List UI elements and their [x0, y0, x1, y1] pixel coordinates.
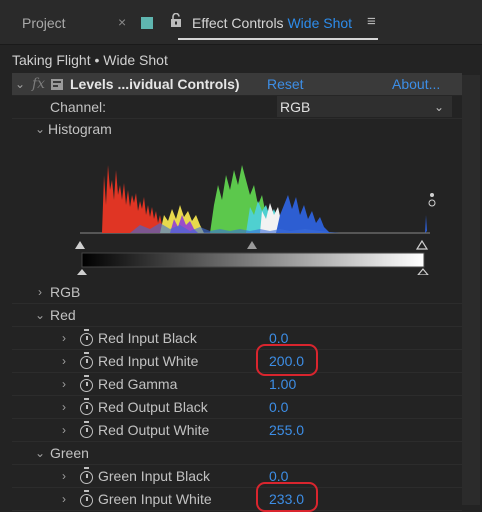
group-rgb-row[interactable]: › RGB — [12, 281, 462, 304]
property-value[interactable]: 255.0 — [269, 419, 304, 441]
tab-effect-controls-clip: Wide Shot — [287, 15, 353, 31]
group-green-label: Green — [50, 445, 89, 461]
stopwatch-icon[interactable] — [80, 352, 93, 369]
chevron-right-icon[interactable]: › — [58, 350, 70, 372]
histogram-graph[interactable] — [70, 145, 445, 275]
chevron-down-icon: ⌄ — [433, 100, 444, 114]
about-button[interactable]: About... — [392, 73, 440, 95]
lock-icon[interactable] — [170, 13, 182, 27]
histogram-label: Histogram — [48, 121, 112, 137]
stopwatch-icon[interactable] — [80, 398, 93, 415]
output-white-slider — [417, 268, 429, 275]
panel-tab-bar: Project × Effect Controls Wide Shot ≡ — [0, 0, 482, 45]
group-rgb-label: RGB — [50, 284, 81, 300]
chevron-down-icon[interactable]: ⌄ — [34, 442, 46, 464]
input-white-slider — [415, 239, 429, 250]
chevron-down-icon[interactable]: ⌄ — [34, 118, 46, 140]
close-icon[interactable]: × — [118, 14, 126, 30]
fx-toggle-icon[interactable]: fx — [32, 73, 45, 95]
effect-controls-panel: Taking Flight • Wide Shot ⌄ fx Levels ..… — [0, 45, 482, 512]
chevron-down-icon[interactable]: ⌄ — [34, 304, 46, 326]
chevron-right-icon[interactable]: › — [58, 396, 70, 418]
effect-preset-icon — [51, 79, 63, 90]
property-value[interactable]: 1.00 — [269, 373, 296, 395]
channel-dropdown-value: RGB — [280, 99, 311, 115]
stopwatch-icon[interactable] — [80, 467, 93, 484]
effect-name[interactable]: Levels ...ividual Controls) — [70, 73, 240, 95]
property-label: Green Input White — [98, 491, 212, 507]
property-row-green-input-white: › Green Input White 233.0 — [12, 482, 462, 512]
property-row-green-input-black: › Green Input Black 0.0 — [12, 465, 462, 488]
property-row-red-input-white: › Red Input White 200.0 — [12, 344, 462, 376]
group-green-row[interactable]: ⌄ Green — [12, 442, 462, 465]
chevron-right-icon[interactable]: › — [58, 327, 70, 349]
chevron-down-icon[interactable]: ⌄ — [14, 73, 26, 95]
tab-effect-controls-prefix: Effect Controls — [192, 15, 284, 31]
annotation-highlight-ring — [256, 482, 318, 512]
reset-button[interactable]: Reset — [267, 73, 304, 95]
chevron-right-icon[interactable]: › — [58, 465, 70, 487]
group-red-label: Red — [50, 307, 76, 323]
property-value[interactable]: 0.0 — [269, 396, 288, 418]
chevron-right-icon[interactable]: › — [58, 488, 70, 510]
tab-effect-controls[interactable]: Effect Controls Wide Shot — [192, 15, 352, 31]
property-row-red-gamma: › Red Gamma 1.00 — [12, 373, 462, 396]
group-red-row[interactable]: ⌄ Red — [12, 304, 462, 327]
effect-header-row: ⌄ fx Levels ...ividual Controls) Reset A… — [12, 73, 462, 96]
chevron-right-icon[interactable]: › — [58, 373, 70, 395]
channel-label: Channel: — [50, 99, 107, 115]
effect-controls-window: Project × Effect Controls Wide Shot ≡ Ta… — [0, 0, 482, 512]
gamma-slider — [247, 241, 257, 249]
tab-project[interactable]: Project — [22, 15, 66, 31]
property-label: Red Input Black — [98, 330, 197, 346]
histogram-row: ⌄ Histogram — [12, 118, 462, 140]
property-label: Green Input Black — [98, 468, 211, 484]
annotation-highlight-ring — [256, 344, 318, 376]
property-label: Red Output Black — [98, 399, 208, 415]
stopwatch-icon[interactable] — [80, 490, 93, 507]
chevron-right-icon[interactable]: › — [34, 281, 46, 303]
vertical-scrollbar[interactable] — [462, 75, 480, 505]
property-label: Red Input White — [98, 353, 199, 369]
property-row-red-output-black: › Red Output Black 0.0 — [12, 396, 462, 419]
input-black-slider — [75, 241, 85, 249]
property-row-red-output-white: › Red Output White 255.0 — [12, 419, 462, 442]
channel-row: Channel: RGB ⌄ — [12, 96, 462, 119]
stopwatch-icon[interactable] — [80, 375, 93, 392]
panel-menu-icon[interactable]: ≡ — [367, 13, 376, 30]
property-label: Red Output White — [98, 422, 210, 438]
composition-layer-title: Taking Flight • Wide Shot — [12, 52, 168, 68]
property-label: Red Gamma — [98, 376, 178, 392]
chevron-right-icon[interactable]: › — [58, 419, 70, 441]
property-row-red-input-black: › Red Input Black 0.0 — [12, 327, 462, 350]
output-black-slider — [77, 269, 87, 275]
active-tab-indicator — [178, 38, 378, 40]
channel-dropdown[interactable]: RGB ⌄ — [277, 96, 452, 117]
stopwatch-icon[interactable] — [80, 329, 93, 346]
label-color-swatch — [141, 17, 153, 29]
stopwatch-icon[interactable] — [80, 421, 93, 438]
